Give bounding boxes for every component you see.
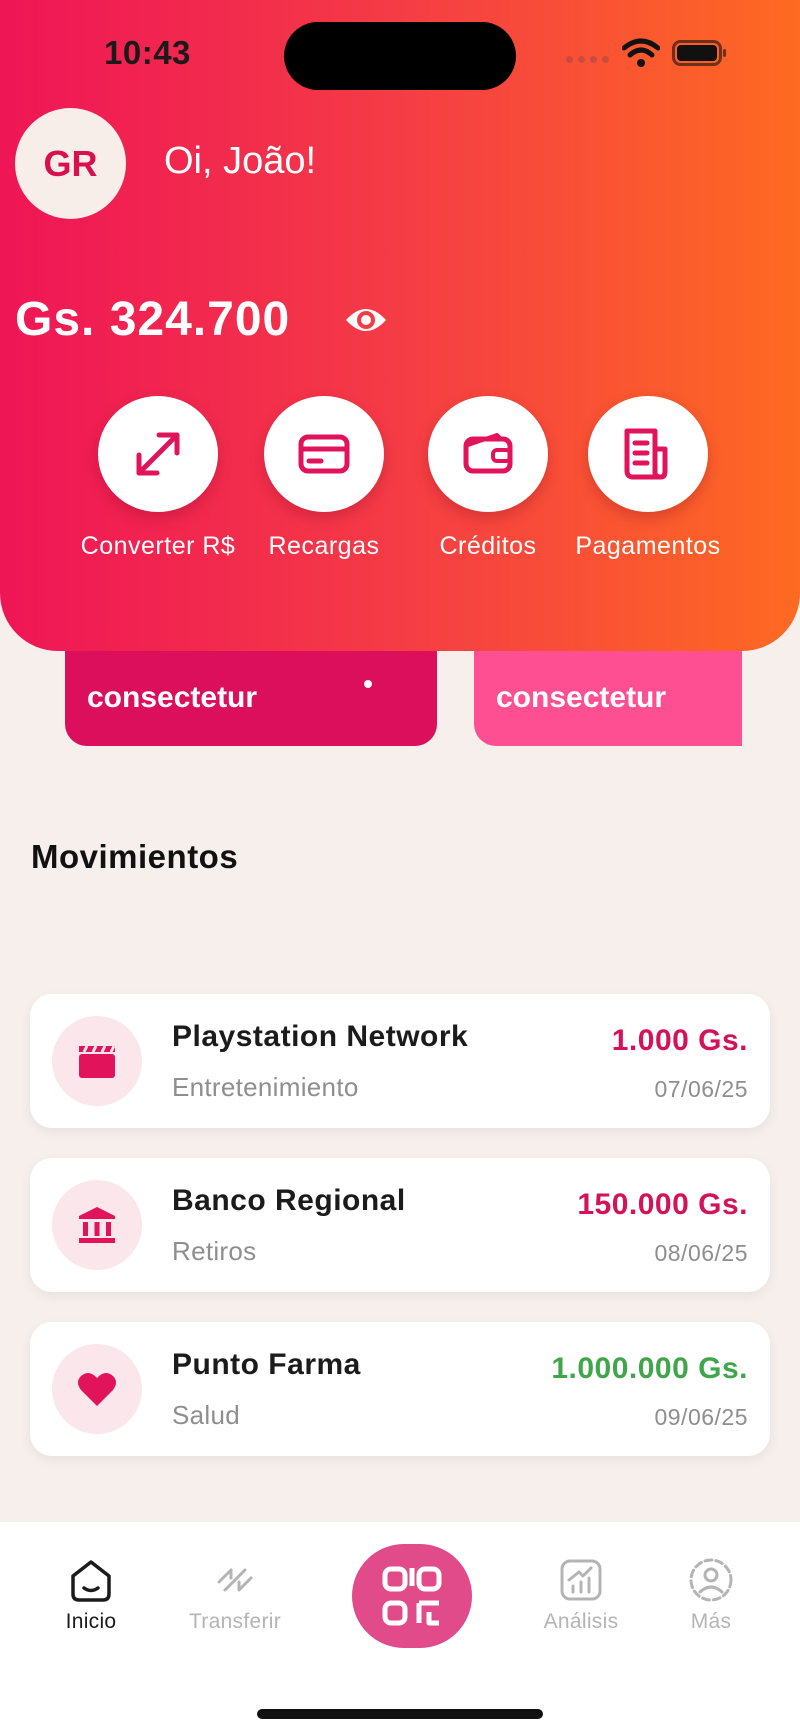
- tx-category: Salud: [172, 1400, 240, 1430]
- tx-title: Banco Regional: [172, 1184, 406, 1217]
- nav-item-transferir[interactable]: Transferir: [170, 1556, 300, 1634]
- nav-item-inicio[interactable]: Inicio: [26, 1556, 156, 1634]
- tx-date: 08/06/25: [654, 1240, 748, 1266]
- tx-category: Retiros: [172, 1236, 257, 1266]
- tx-title: Punto Farma: [172, 1348, 361, 1381]
- nav-item-mas[interactable]: Más: [646, 1556, 776, 1634]
- transfer-icon: [217, 1568, 253, 1592]
- wallet-icon: [463, 433, 513, 474]
- tx-title: Playstation Network: [172, 1020, 469, 1053]
- balance-amount: Gs. 324.700: [15, 293, 291, 346]
- recargas-button[interactable]: [264, 396, 384, 512]
- creditos-button[interactable]: [428, 396, 548, 512]
- home-icon: [71, 1560, 111, 1602]
- user-circle-icon: [689, 1558, 733, 1602]
- signal-icon: [566, 56, 609, 63]
- tx-icon: [52, 1180, 142, 1270]
- tx-amount: 150.000 Gs.: [577, 1188, 748, 1221]
- tx-icon: [52, 1344, 142, 1434]
- nav-label: Más: [690, 1610, 732, 1633]
- tx-date: 07/06/25: [654, 1076, 748, 1102]
- section-title: Movimientos: [31, 838, 239, 875]
- transaction-card[interactable]: Playstation Network Entretenimiento 1.00…: [30, 994, 770, 1128]
- chart-icon: [560, 1559, 602, 1601]
- promo-card[interactable]: consectetur: [65, 650, 437, 746]
- tx-category: Entretenimiento: [172, 1072, 359, 1102]
- promo-card[interactable]: consectetur: [474, 650, 742, 746]
- eye-icon[interactable]: [344, 302, 388, 338]
- bank-icon: [79, 1207, 115, 1243]
- qr-scan-button[interactable]: [352, 1544, 472, 1648]
- tx-amount: 1.000 Gs.: [611, 1024, 748, 1057]
- convert-arrows-icon: [136, 432, 180, 476]
- home-indicator: [257, 1709, 543, 1719]
- nav-label: Inicio: [65, 1610, 117, 1633]
- greeting-text: Oi, João!: [164, 140, 317, 182]
- nav-label: Análisis: [543, 1610, 619, 1633]
- convert-button[interactable]: [98, 396, 218, 512]
- promo-text: consectetur: [87, 681, 258, 714]
- qr-code-icon: [382, 1566, 442, 1626]
- wifi-icon: [622, 38, 660, 67]
- status-time: 10:43: [104, 34, 191, 71]
- header-banner: 10:43 GR Oi, João! Gs. 324.700 Converter…: [0, 0, 800, 651]
- tx-icon: [52, 1016, 142, 1106]
- nav-label: Transferir: [188, 1610, 282, 1633]
- transaction-card[interactable]: Banco Regional Retiros 150.000 Gs. 08/06…: [30, 1158, 770, 1292]
- pagamentos-button[interactable]: [588, 396, 708, 512]
- tx-date: 09/06/25: [654, 1404, 748, 1430]
- action-label-pagamentos: Pagamentos: [575, 532, 721, 560]
- card-icon: [298, 434, 350, 474]
- avatar[interactable]: GR: [15, 108, 126, 219]
- clapperboard-icon: [79, 1045, 116, 1078]
- dynamic-island: [284, 22, 516, 90]
- promo-text: consectetur: [496, 681, 667, 714]
- receipt-icon: [624, 428, 668, 480]
- heart-icon: [78, 1372, 116, 1406]
- transaction-card[interactable]: Punto Farma Salud 1.000.000 Gs. 09/06/25: [30, 1322, 770, 1456]
- promo-dot: [364, 680, 372, 688]
- battery-icon: [672, 40, 726, 66]
- nav-item-analisis[interactable]: Análisis: [516, 1556, 646, 1634]
- tx-amount: 1.000.000 Gs.: [551, 1352, 748, 1385]
